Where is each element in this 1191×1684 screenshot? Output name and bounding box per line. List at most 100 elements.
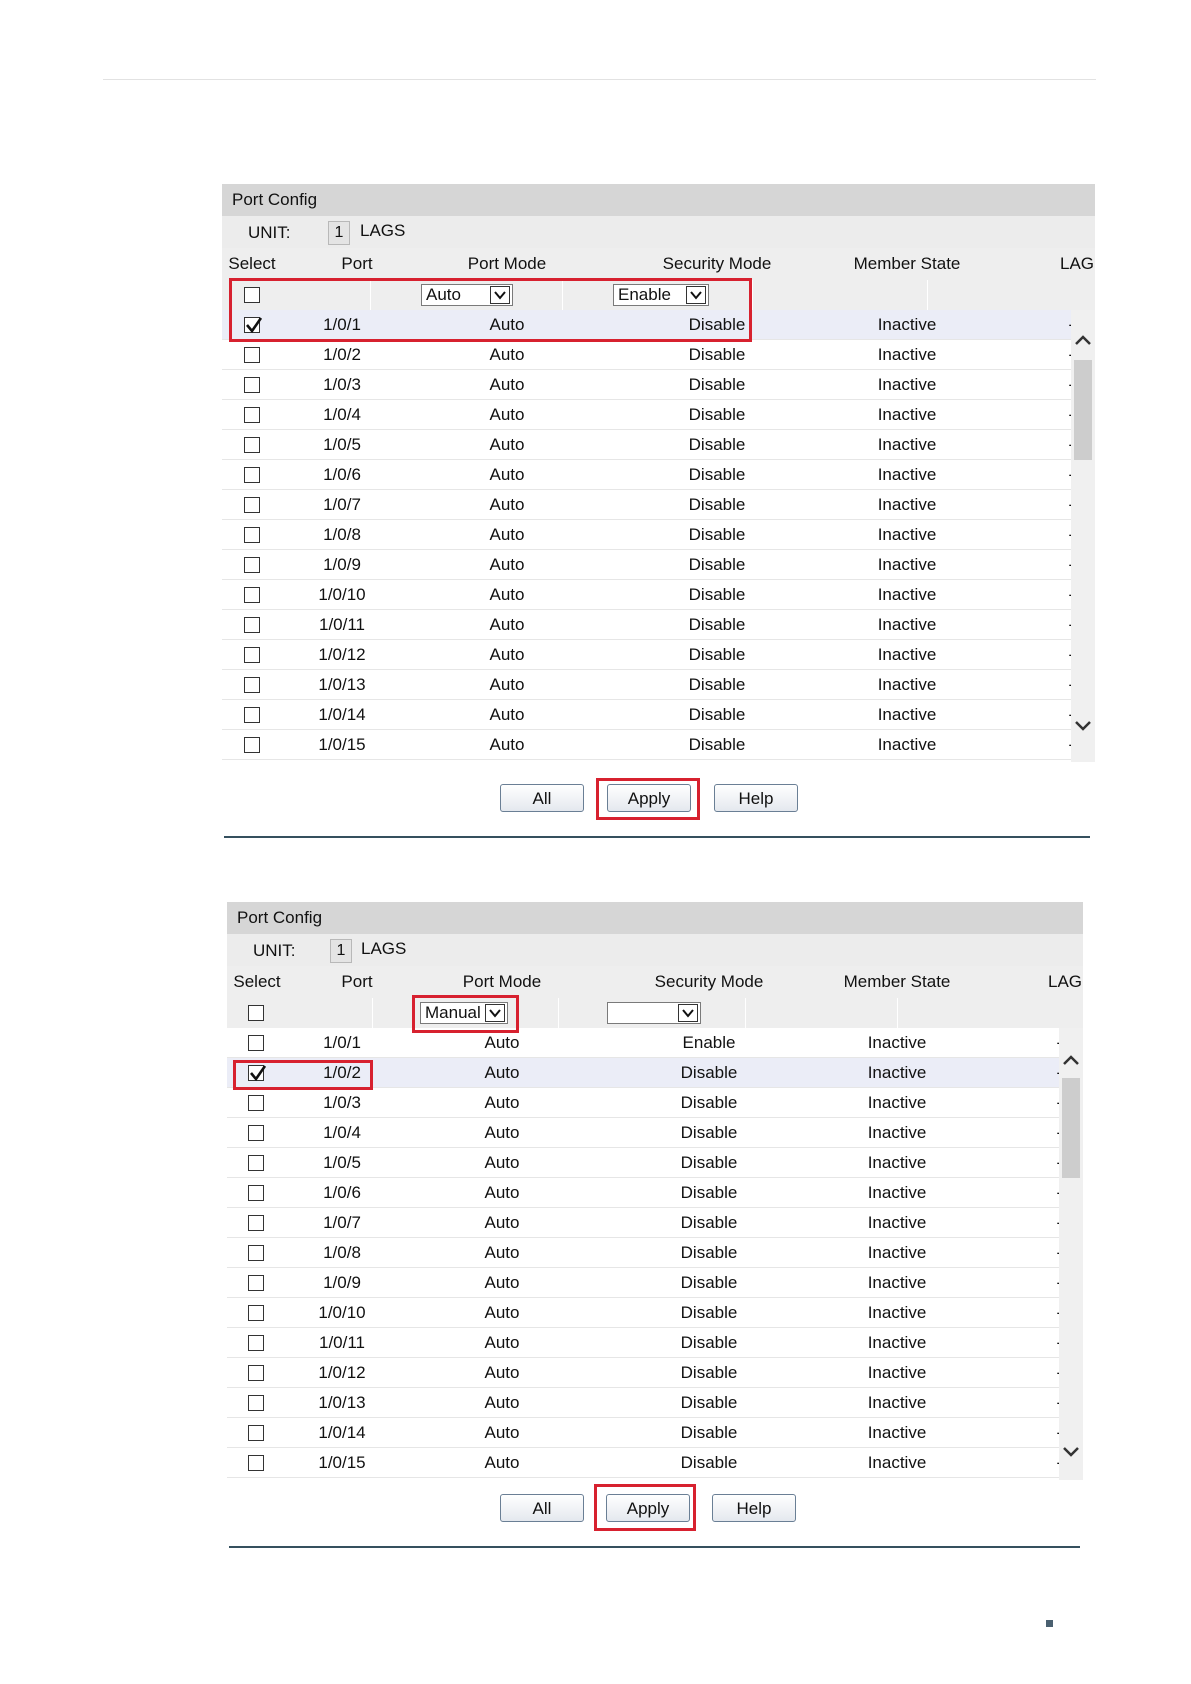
section-rule [229,1546,1080,1548]
table-row: 1/0/12AutoDisableInactive--- [227,1358,1059,1388]
row-select-checkbox[interactable] [248,1365,264,1381]
row-select-checkbox[interactable] [244,707,260,723]
scrollbar[interactable] [1071,310,1095,762]
unit-1-button[interactable]: 1 [328,221,350,245]
col-divider [752,280,753,310]
table-row: 1/0/1AutoEnableInactive--- [227,1028,1059,1058]
lag-cell: --- [927,430,1072,459]
page-marker [1046,1620,1053,1627]
highlight-box [596,778,700,820]
help-button[interactable]: Help [712,1494,796,1522]
table-row: 1/0/5AutoDisableInactive--- [222,430,1071,460]
table-row: 1/0/3AutoDisableInactive--- [222,370,1071,400]
row-select-checkbox[interactable] [244,347,260,363]
lag-cell: --- [915,1358,1060,1387]
port-table-body: 1/0/1AutoEnableInactive---1/0/2AutoDisab… [227,1028,1059,1480]
lag-cell: --- [927,610,1072,639]
row-select-checkbox[interactable] [244,737,260,753]
lag-cell: --- [927,310,1072,339]
table-row: 1/0/11AutoDisableInactive--- [227,1328,1059,1358]
row-select-checkbox[interactable] [248,1455,264,1471]
row-select-checkbox[interactable] [248,1335,264,1351]
table-row: 1/0/6AutoDisableInactive--- [222,460,1071,490]
row-select-checkbox[interactable] [248,1425,264,1441]
row-select-checkbox[interactable] [248,1275,264,1291]
unit-row: UNIT: 1 LAGS [227,934,1083,966]
row-select-checkbox[interactable] [248,1185,264,1201]
col-lag: LAG [1059,254,1095,273]
table-row: 1/0/10AutoDisableInactive--- [222,580,1071,610]
row-select-checkbox[interactable] [244,527,260,543]
row-select-checkbox[interactable] [244,677,260,693]
row-select-checkbox[interactable] [248,1395,264,1411]
lag-cell: --- [915,1058,1060,1087]
table-row: 1/0/8AutoDisableInactive--- [222,520,1071,550]
table-row: 1/0/13AutoDisableInactive--- [222,670,1071,700]
scrollbar[interactable] [1059,1028,1083,1480]
col-divider [745,998,746,1028]
lag-cell: --- [927,550,1072,579]
highlight-box [594,1484,696,1531]
row-select-checkbox[interactable] [244,587,260,603]
lag-cell: --- [927,580,1072,609]
lag-cell: --- [915,1328,1060,1357]
row-select-checkbox[interactable] [244,437,260,453]
table-row: 1/0/14AutoDisableInactive--- [222,700,1071,730]
row-select-checkbox[interactable] [248,1245,264,1261]
scroll-thumb[interactable] [1062,1078,1080,1178]
table-row: 1/0/4AutoDisableInactive--- [227,1118,1059,1148]
select-all-checkbox[interactable] [248,1005,264,1021]
lag-cell: --- [927,400,1072,429]
table-row: 1/0/13AutoDisableInactive--- [227,1388,1059,1418]
lags-link[interactable]: LAGS [360,221,405,241]
lag-cell: --- [915,1088,1060,1117]
row-select-checkbox[interactable] [244,467,260,483]
lag-cell: --- [915,1178,1060,1207]
row-select-checkbox[interactable] [248,1155,264,1171]
unit-1-button[interactable]: 1 [330,939,352,963]
row-select-checkbox[interactable] [248,1095,264,1111]
table-row: 1/0/3AutoDisableInactive--- [227,1088,1059,1118]
col-divider [927,280,928,310]
unit-label: UNIT: [248,223,291,242]
lag-cell: --- [927,700,1072,729]
table-row: 1/0/15AutoDisableInactive--- [222,730,1071,760]
lag-cell: --- [915,1118,1060,1147]
row-select-checkbox[interactable] [248,1305,264,1321]
table-row: 1/0/10AutoDisableInactive--- [227,1298,1059,1328]
chevron-down-icon[interactable] [1059,1442,1083,1462]
lag-cell: --- [927,730,1072,759]
row-select-checkbox[interactable] [244,617,260,633]
lag-cell: --- [927,370,1072,399]
all-button[interactable]: All [500,784,584,812]
lag-cell: --- [915,1238,1060,1267]
col-select: Select [233,972,281,991]
row-select-checkbox[interactable] [244,557,260,573]
help-button[interactable]: Help [714,784,798,812]
lag-cell: --- [927,670,1072,699]
row-select-checkbox[interactable] [248,1035,264,1051]
lags-link[interactable]: LAGS [361,939,406,959]
all-button[interactable]: All [500,1494,584,1522]
row-select-checkbox[interactable] [248,1215,264,1231]
row-select-checkbox[interactable] [244,377,260,393]
table-row: 1/0/6AutoDisableInactive--- [227,1178,1059,1208]
table-row: 1/0/11AutoDisableInactive--- [222,610,1071,640]
lag-cell: --- [915,1298,1060,1327]
chevron-up-icon[interactable] [1071,330,1095,350]
table-header: Select Port Port Mode Security Mode Memb… [227,966,1083,998]
table-header: Select Port Port Mode Security Mode Memb… [222,248,1095,280]
security-mode-select[interactable] [607,1002,701,1024]
col-divider [897,998,898,1028]
scroll-thumb[interactable] [1074,360,1092,460]
lag-cell: --- [915,1148,1060,1177]
row-select-checkbox[interactable] [244,407,260,423]
table-row: 1/0/8AutoDisableInactive--- [227,1238,1059,1268]
chevron-down-icon[interactable] [1071,716,1095,736]
row-select-checkbox[interactable] [244,497,260,513]
chevron-up-icon[interactable] [1059,1050,1083,1070]
row-select-checkbox[interactable] [248,1125,264,1141]
row-select-checkbox[interactable] [244,647,260,663]
table-row: 1/0/15AutoDisableInactive--- [227,1448,1059,1478]
col-divider [372,998,373,1028]
